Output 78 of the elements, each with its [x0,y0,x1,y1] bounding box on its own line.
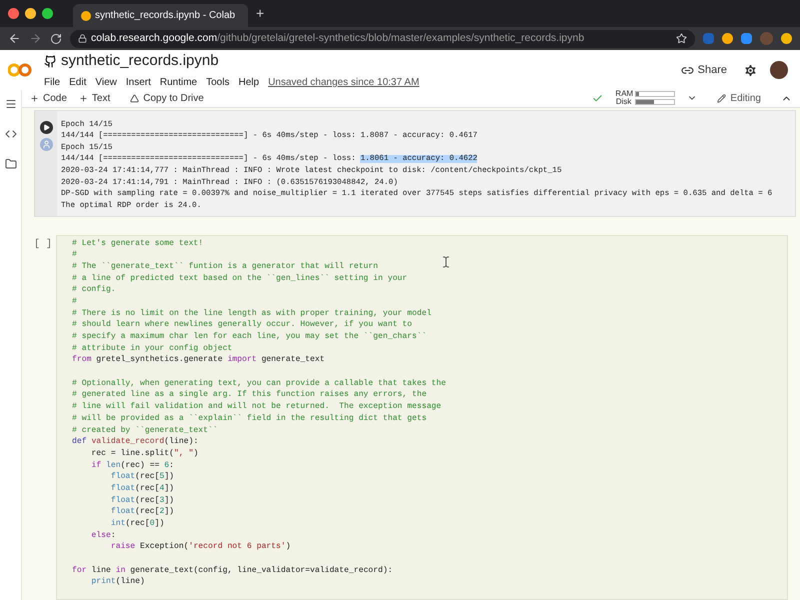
code-line: # should learn where newlines generally occur. However, if you want to [72,319,412,331]
output-avatar-icon [40,138,52,151]
code-line: # Let's generate some text! [72,238,204,250]
table-of-contents-icon[interactable] [4,98,16,110]
menu-item[interactable]: Edit [69,74,86,90]
cell-prompt: [ ] [34,238,54,252]
code-line: print(line) [90,576,145,588]
code-line: else: [90,530,116,542]
code-line: from gretel_synthetics.generate import generate_text [72,354,325,366]
text-cursor-icon [440,256,452,268]
drive-icon [130,94,140,103]
notebook-title[interactable]: synthetic_records.ipynb [61,50,219,73]
colab-logo [8,63,32,77]
code-line: # a line of predicted text based on the ``gen_lines`` setting in your [72,272,408,284]
menu-item[interactable]: View [95,74,117,90]
code-line: # Optionally, when generating text, you can provide a callable that takes the [72,378,446,390]
code-line: if len(rec) == 6: [90,460,174,472]
code-line: float(rec[3]) [110,494,174,506]
menu-item[interactable]: Insert [126,74,151,90]
extension-icon[interactable] [741,33,752,44]
connected-check-icon [592,92,604,104]
address-field[interactable]: colab.research.google.com/github/gretelai/gretel-synthetics/blob/master/examples/synthetic_records.ipynb [70,30,695,48]
code-line: for line in generate_text(config, line_validator=validate_record): [72,564,393,576]
copy-to-drive-button[interactable]: Copy to Drive [130,90,204,106]
code-line: # [72,296,77,308]
code-line: # [72,249,77,261]
play-icon [42,124,50,131]
code-line: # will be provided as a ``explain`` field in the resulting dict that gets [72,412,427,424]
user-avatar[interactable] [770,61,788,79]
code-line: # specify a maximum char len for each line, you may set the ``gen_chars`` [72,331,427,343]
code-snippets-icon[interactable] [4,128,16,140]
back-icon[interactable] [8,32,21,45]
code-line: # The ``generate_text`` funtion is a generator that will return [72,260,378,273]
meter-label: RAM [615,90,632,98]
bookmark-star-icon[interactable] [676,33,687,44]
reload-icon[interactable] [50,32,62,44]
code-line: rec = line.split(", ") [90,448,198,460]
code-line: # line will fail validation and will not be returned. The exception message [72,401,442,413]
code-line: # config. [72,284,116,296]
tab-title: synthetic_records.ipynb - Colab [95,9,236,23]
extension-icon[interactable] [722,33,733,44]
code-line: float(rec[4]) [110,482,174,495]
menu-item[interactable]: Tools [206,74,230,90]
code-line: # attribute in your config object [72,342,232,354]
share-button[interactable]: Share [680,62,727,78]
plus-icon [78,94,88,103]
close-window-icon[interactable] [8,8,19,19]
github-icon [44,55,57,68]
lock-icon [78,34,87,43]
colab-tab-icon [81,10,91,20]
minimize-window-icon[interactable] [25,8,36,19]
code-line: # There is no limit on the line length as with proper training, your model [72,308,432,320]
add-text-button[interactable]: Text [78,90,110,106]
editing-button[interactable]: Editing [717,90,761,106]
code-line: float(rec[5]) [110,471,174,483]
maximize-window-icon[interactable] [42,8,53,19]
menu-item[interactable]: File [44,74,60,90]
add-code-button[interactable]: Code [30,90,67,106]
new-tab-button[interactable]: + [256,3,264,24]
settings-icon[interactable] [743,62,758,78]
plus-icon [30,94,39,103]
unsaved-changes-link[interactable]: Unsaved changes since 10:37 AM [268,74,420,90]
run-cell-button[interactable] [40,120,52,134]
files-icon[interactable] [4,158,16,170]
forward-icon[interactable] [29,32,42,45]
browser-tab[interactable]: synthetic_records.ipynb - Colab [73,4,248,27]
pencil-icon [717,94,726,103]
url-text: colab.research.google.com/github/gretelai/gretel-synthetics/blob/master/examples/synthetic_records.ipynb [91,30,584,46]
code-line: # generated line as a single arg. If this function raises any errors, the [72,389,427,402]
code-line: int(rec[0]) [110,518,164,530]
menu-item[interactable]: Help [238,74,260,90]
extension-icon[interactable] [781,33,792,44]
menu-item[interactable]: Runtime [160,74,198,90]
code-line: raise Exception('record not 6 parts') [110,541,291,554]
meter-label: Disk [615,98,632,106]
code-line: float(rec[2]) [110,506,174,518]
code-line: def validate_record(line): [72,436,198,448]
code-line: # created by ``generate_text`` [72,424,218,436]
